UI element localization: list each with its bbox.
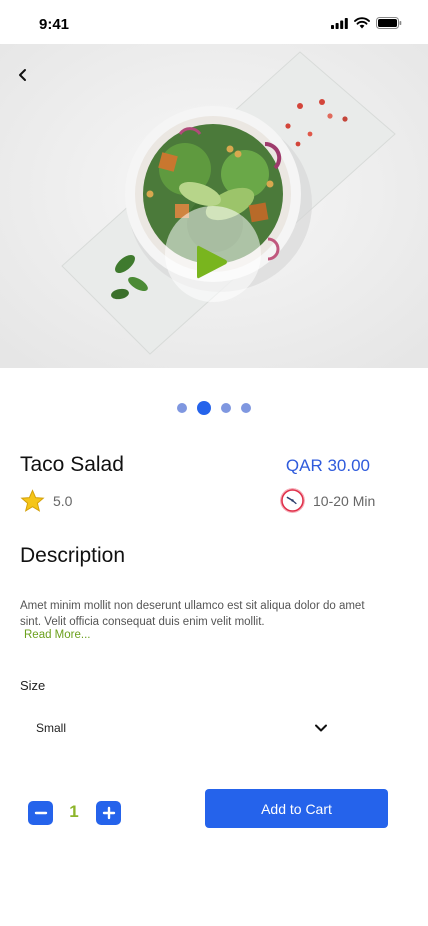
- status-time: 9:41: [39, 16, 70, 33]
- food-photo: [0, 44, 428, 368]
- size-selected-value: Small: [36, 721, 67, 735]
- play-icon: [197, 245, 227, 279]
- read-more-link[interactable]: Read More...: [24, 629, 90, 641]
- chevron-left-icon: [19, 69, 26, 81]
- status-bar: 9:41: [0, 0, 428, 46]
- minus-icon: [34, 811, 47, 815]
- description-heading: Description: [20, 544, 126, 567]
- clock-icon: [280, 488, 305, 513]
- description-text: Amet minim mollit non deserunt ullamco e…: [20, 600, 365, 628]
- carousel-dot[interactable]: [221, 403, 231, 413]
- rating-value: 5.0: [53, 493, 73, 509]
- carousel-dot[interactable]: [177, 403, 187, 413]
- hero-image: [0, 44, 428, 368]
- carousel-dot-active[interactable]: [197, 401, 211, 415]
- wifi-icon: [354, 17, 370, 29]
- battery-icon: [376, 17, 402, 29]
- chevron-down-icon: [315, 724, 327, 732]
- signal-icon: [331, 17, 348, 29]
- plus-icon: [102, 806, 115, 820]
- status-icons: [331, 17, 402, 29]
- product-title: Taco Salad: [20, 453, 124, 476]
- back-button[interactable]: [9, 61, 37, 89]
- add-to-cart-button[interactable]: Add to Cart: [205, 789, 388, 828]
- decrease-quantity-button[interactable]: [28, 801, 53, 825]
- play-button[interactable]: [190, 240, 234, 284]
- prep-time: 10-20 Min: [280, 488, 375, 513]
- carousel-dots: [0, 401, 428, 415]
- carousel-dot[interactable]: [241, 403, 251, 413]
- size-label: Size: [20, 678, 46, 693]
- quantity-value: 1: [69, 802, 79, 821]
- rating: 5.0: [20, 489, 72, 513]
- size-dropdown[interactable]: Small: [36, 716, 328, 740]
- star-icon: [20, 489, 45, 512]
- prep-time-value: 10-20 Min: [313, 492, 376, 509]
- product-price: QAR 30.00: [285, 456, 370, 475]
- increase-quantity-button[interactable]: [96, 801, 121, 825]
